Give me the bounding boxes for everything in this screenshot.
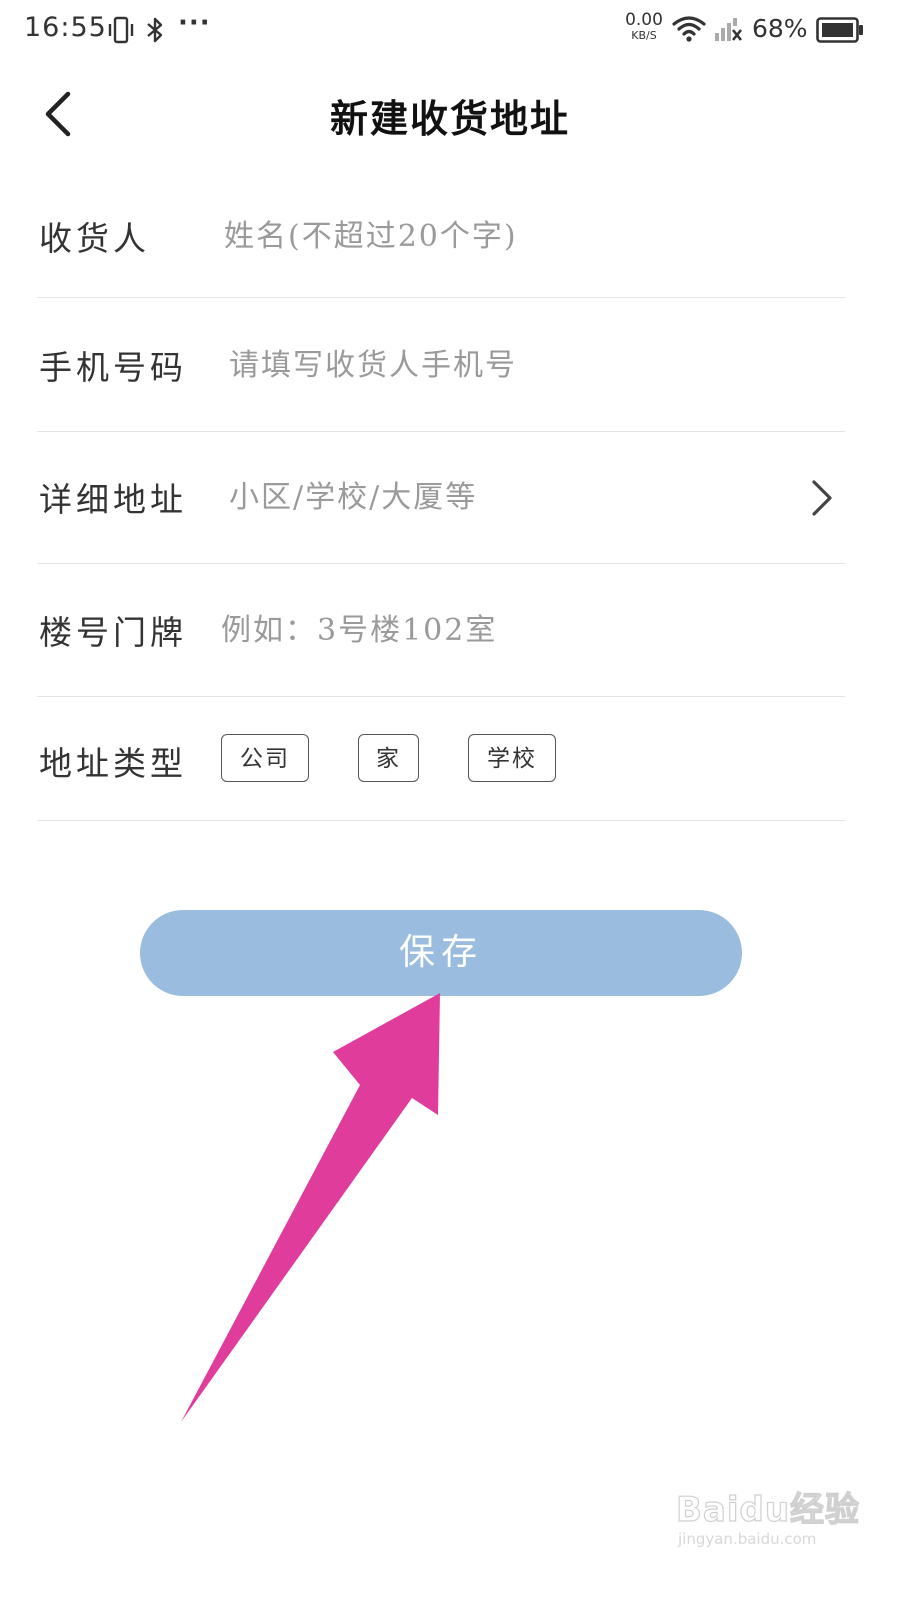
- battery-percent: 68%: [752, 14, 808, 43]
- battery-icon: [816, 17, 864, 47]
- form-row-recipient: 收货人: [37, 172, 845, 298]
- form-row-address-type: 地址类型 公司 家 学校: [37, 697, 845, 821]
- page-title: 新建收货地址: [329, 96, 570, 141]
- form-row-address: 详细地址: [37, 432, 845, 564]
- recipient-label: 收货人: [39, 219, 150, 258]
- address-type-company-tag[interactable]: 公司: [221, 734, 309, 782]
- address-type-school-tag[interactable]: 学校: [468, 734, 556, 782]
- address-form: 收货人 手机号码 详细地址 楼号门牌 地址类型 公司 家 学校: [37, 172, 845, 821]
- bluetooth-icon: [145, 17, 165, 47]
- form-row-phone: 手机号码: [37, 298, 845, 432]
- more-icon: ···: [178, 8, 211, 38]
- wifi-icon: [672, 14, 706, 46]
- address-label: 详细地址: [39, 480, 187, 519]
- door-number-input[interactable]: [221, 608, 761, 652]
- save-button[interactable]: 保存: [140, 910, 742, 996]
- recipient-name-input[interactable]: [224, 214, 764, 258]
- form-row-door-number: 楼号门牌: [37, 564, 845, 697]
- phone-label: 手机号码: [39, 348, 187, 387]
- door-number-label: 楼号门牌: [39, 613, 187, 652]
- watermark-url: jingyan.baidu.com: [678, 1530, 817, 1548]
- phone-input[interactable]: [229, 343, 769, 387]
- address-type-label: 地址类型: [39, 744, 187, 783]
- signal-icon: [713, 15, 745, 47]
- address-type-home-tag[interactable]: 家: [358, 734, 419, 782]
- baidu-jingyan-watermark: Baidu经验 jingyan.baidu.com: [675, 1474, 876, 1554]
- network-speed: 0.00 KB/S: [622, 11, 666, 42]
- watermark-logo: Baidu经验: [675, 1489, 861, 1530]
- chevron-right-icon[interactable]: [809, 478, 835, 518]
- status-time: 16:55: [24, 12, 107, 43]
- network-speed-value: 0.00: [625, 10, 663, 30]
- vibrate-icon: [108, 16, 134, 48]
- address-picker-input[interactable]: [229, 475, 789, 519]
- status-bar: 16:55 ··· 0.00 KB/S 68%: [0, 0, 900, 62]
- network-speed-unit: KB/S: [631, 29, 657, 42]
- header: 新建收货地址: [0, 62, 900, 172]
